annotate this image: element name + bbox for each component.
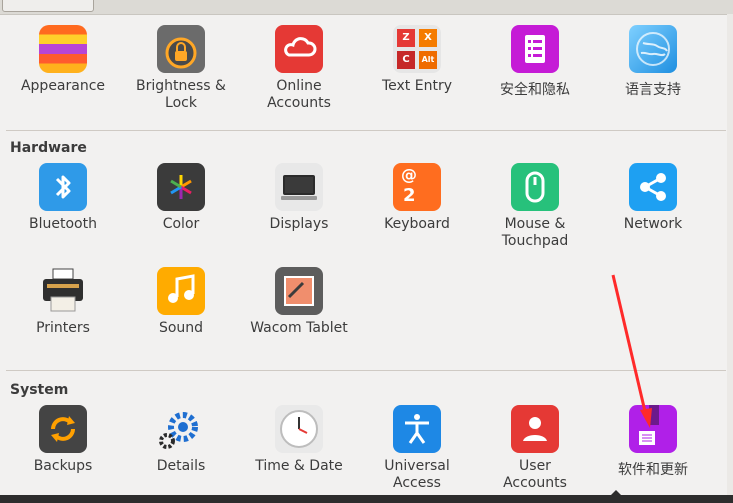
annotation-arrow (611, 274, 652, 428)
bottom-bar (0, 495, 733, 503)
